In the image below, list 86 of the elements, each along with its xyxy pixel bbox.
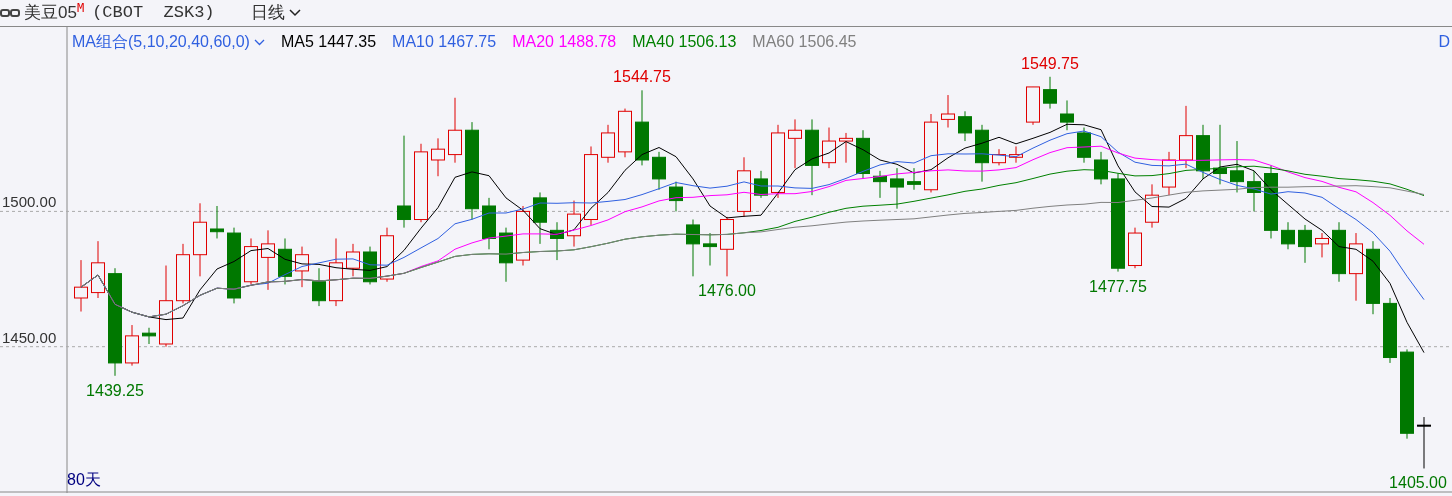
symbol-code: (CBOT ZSK3)	[92, 2, 215, 25]
candle	[907, 167, 921, 191]
candle	[1094, 151, 1108, 185]
candle	[1281, 221, 1295, 250]
candle	[1060, 99, 1074, 131]
moving-average-value: MA40 1506.13	[632, 32, 737, 52]
candle	[992, 148, 1006, 166]
chevron-down-icon	[253, 38, 265, 46]
candle	[210, 205, 224, 239]
candle	[482, 197, 496, 250]
candle	[74, 259, 88, 312]
candle	[1230, 140, 1244, 193]
candle	[1009, 145, 1023, 164]
edge-label: D	[1438, 32, 1450, 52]
candle	[890, 167, 904, 210]
candle	[533, 191, 547, 245]
candle	[312, 267, 326, 307]
candle	[142, 327, 156, 345]
candle	[567, 200, 581, 248]
price-annotation: 1477.75	[1089, 277, 1147, 295]
candle	[754, 170, 768, 199]
candle	[550, 221, 564, 261]
candle	[1026, 86, 1040, 126]
candle	[1179, 105, 1193, 169]
price-annotation: 1405.00	[1389, 474, 1447, 492]
moving-average-value: MA10 1467.75	[392, 32, 497, 52]
instrument-title: 美豆05$^{M}$	[24, 0, 85, 25]
candle	[669, 181, 683, 212]
candle	[1162, 151, 1176, 196]
candle	[363, 246, 377, 285]
candle	[261, 229, 275, 291]
period-dropdown[interactable]: 日线	[250, 0, 301, 26]
day-count: 80天	[67, 470, 101, 490]
candle	[941, 94, 955, 128]
candle	[958, 110, 972, 142]
y-axis-label: 1450.00	[2, 328, 57, 346]
candle	[278, 237, 292, 285]
price-annotation: 1439.25	[86, 381, 144, 399]
chevron-down-icon	[288, 9, 301, 17]
candle	[737, 156, 751, 218]
candle	[1145, 183, 1159, 229]
candle	[176, 243, 190, 304]
moving-average-value: MA5 1447.35	[280, 32, 377, 52]
candle	[91, 240, 105, 299]
candle	[652, 151, 666, 191]
candle	[975, 124, 989, 183]
candle	[856, 129, 870, 180]
candle	[1383, 297, 1397, 364]
candle	[1315, 232, 1329, 258]
moving-average-value: MA20 1488.78	[512, 32, 617, 52]
candle	[1247, 170, 1261, 212]
candle	[1043, 76, 1057, 110]
candle	[873, 170, 887, 199]
candle	[1349, 232, 1363, 302]
candle	[839, 132, 853, 164]
candle	[788, 118, 802, 169]
candle	[329, 237, 343, 307]
candle	[448, 97, 462, 164]
candle	[686, 219, 700, 277]
candle	[380, 227, 394, 283]
candle	[295, 246, 309, 288]
y-axis-label: 1500.00	[2, 193, 57, 211]
candle	[618, 108, 632, 158]
candle	[125, 324, 139, 367]
candle	[516, 205, 530, 266]
candle	[1196, 124, 1210, 180]
candle	[720, 216, 734, 277]
candle	[1213, 124, 1227, 185]
link-icon	[0, 8, 20, 18]
price-annotation: 1544.75	[613, 68, 671, 86]
candle	[346, 243, 360, 277]
candle	[244, 237, 258, 285]
candle	[1128, 227, 1142, 269]
candle	[822, 127, 836, 169]
candle	[1298, 224, 1312, 264]
candle	[703, 232, 717, 266]
candle	[431, 137, 445, 177]
candle	[1077, 127, 1091, 164]
candle	[1417, 416, 1431, 469]
price-annotation: 1549.75	[1021, 54, 1079, 72]
candle	[1332, 221, 1346, 283]
ma-combo-dropdown[interactable]: MA组合(5,10,20,40,60,0)	[72, 30, 265, 54]
candle	[601, 124, 615, 164]
moving-average-value: MA60 1506.45	[752, 32, 857, 52]
candle	[499, 227, 513, 283]
price-annotation: 1476.00	[698, 282, 756, 300]
